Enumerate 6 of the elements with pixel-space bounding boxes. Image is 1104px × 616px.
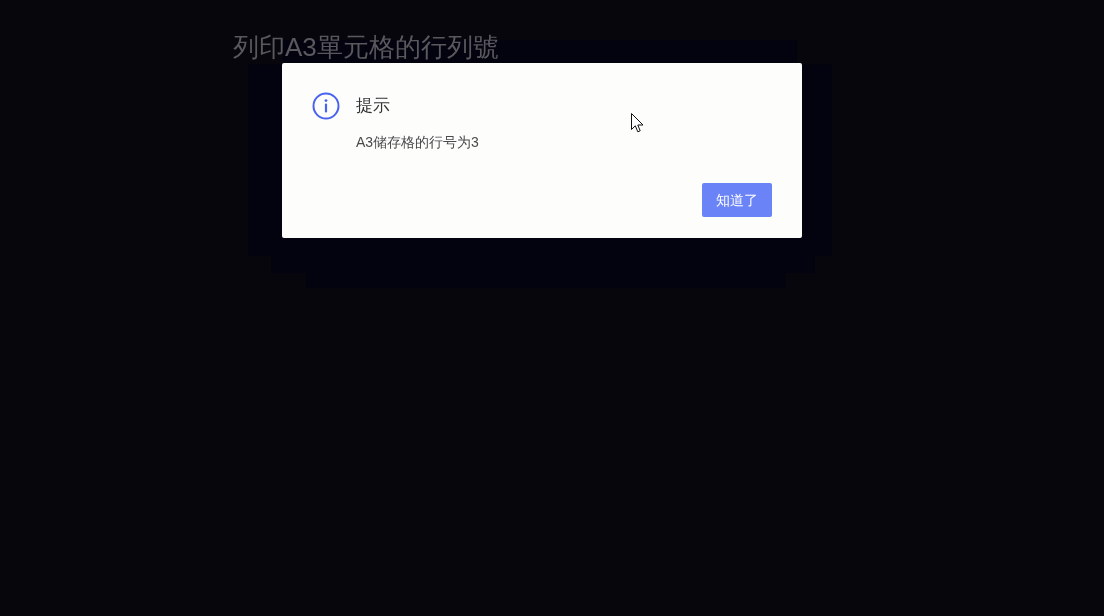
dialog-title: 提示 [356,95,391,117]
dialog-message: A3储存格的行号为3 [356,133,479,151]
info-icon [312,92,340,120]
confirm-button[interactable]: 知道了 [702,183,772,217]
page-title: 列印A3單元格的行列號 [233,33,499,61]
mouse-cursor-icon [631,113,644,133]
